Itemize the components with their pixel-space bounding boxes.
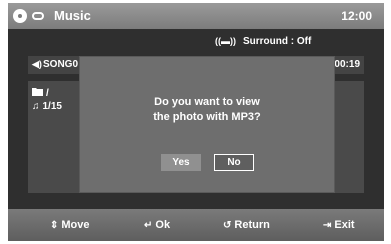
track-count-row: ♫ 1/15 <box>32 101 62 112</box>
hint-ok-label: Ok <box>155 219 171 231</box>
page-title: Music <box>54 8 91 23</box>
song-title: SONG0 <box>43 59 79 70</box>
disc-icon <box>13 9 27 23</box>
hint-ok: ↵ Ok <box>144 219 170 231</box>
hint-move: ⇕ Move <box>50 219 90 231</box>
move-arrows-icon: ⇕ <box>50 220 59 231</box>
track-count: 1/15 <box>42 101 62 112</box>
dialog-message: Do you want to view the photo with MP3? <box>80 95 334 125</box>
surround-status: ((▬)) Surround : Off <box>8 33 384 51</box>
folder-path: / <box>46 88 49 99</box>
hint-exit-label: Exit <box>334 219 355 231</box>
return-icon: ↺ <box>223 220 232 231</box>
surround-icon: ((▬)) <box>215 36 236 46</box>
hint-move-label: Move <box>61 219 90 231</box>
tv-frame: Music 12:00 ((▬)) Surround : Off ◀) SONG… <box>0 0 391 244</box>
folder-icon <box>32 87 43 99</box>
dialog-message-line-1: Do you want to view <box>154 96 260 108</box>
yes-button[interactable]: Yes <box>161 154 201 171</box>
title-bar: Music 12:00 <box>8 3 384 29</box>
anynet-link-icon <box>32 12 44 20</box>
exit-icon: ⇥ <box>323 220 332 231</box>
hint-return: ↺ Return <box>223 219 270 231</box>
hint-exit: ⇥ Exit <box>323 219 355 231</box>
hint-return-label: Return <box>234 219 270 231</box>
no-button[interactable]: No <box>214 154 254 171</box>
music-screen: Music 12:00 ((▬)) Surround : Off ◀) SONG… <box>8 3 384 241</box>
dialog-message-line-2: the photo with MP3? <box>153 111 261 123</box>
help-bar: ⇕ Move ↵ Ok ↺ Return ⇥ Exit <box>8 209 384 241</box>
confirm-dialog: Do you want to view the photo with MP3? … <box>80 57 334 192</box>
enter-icon: ↵ <box>144 220 153 231</box>
surround-label: Surround : Off <box>243 36 312 47</box>
music-note-icon: ♫ <box>32 101 40 112</box>
speaker-icon: ◀) <box>32 59 42 69</box>
clock: 12:00 <box>341 9 372 23</box>
folder-path-row[interactable]: / <box>32 87 49 99</box>
